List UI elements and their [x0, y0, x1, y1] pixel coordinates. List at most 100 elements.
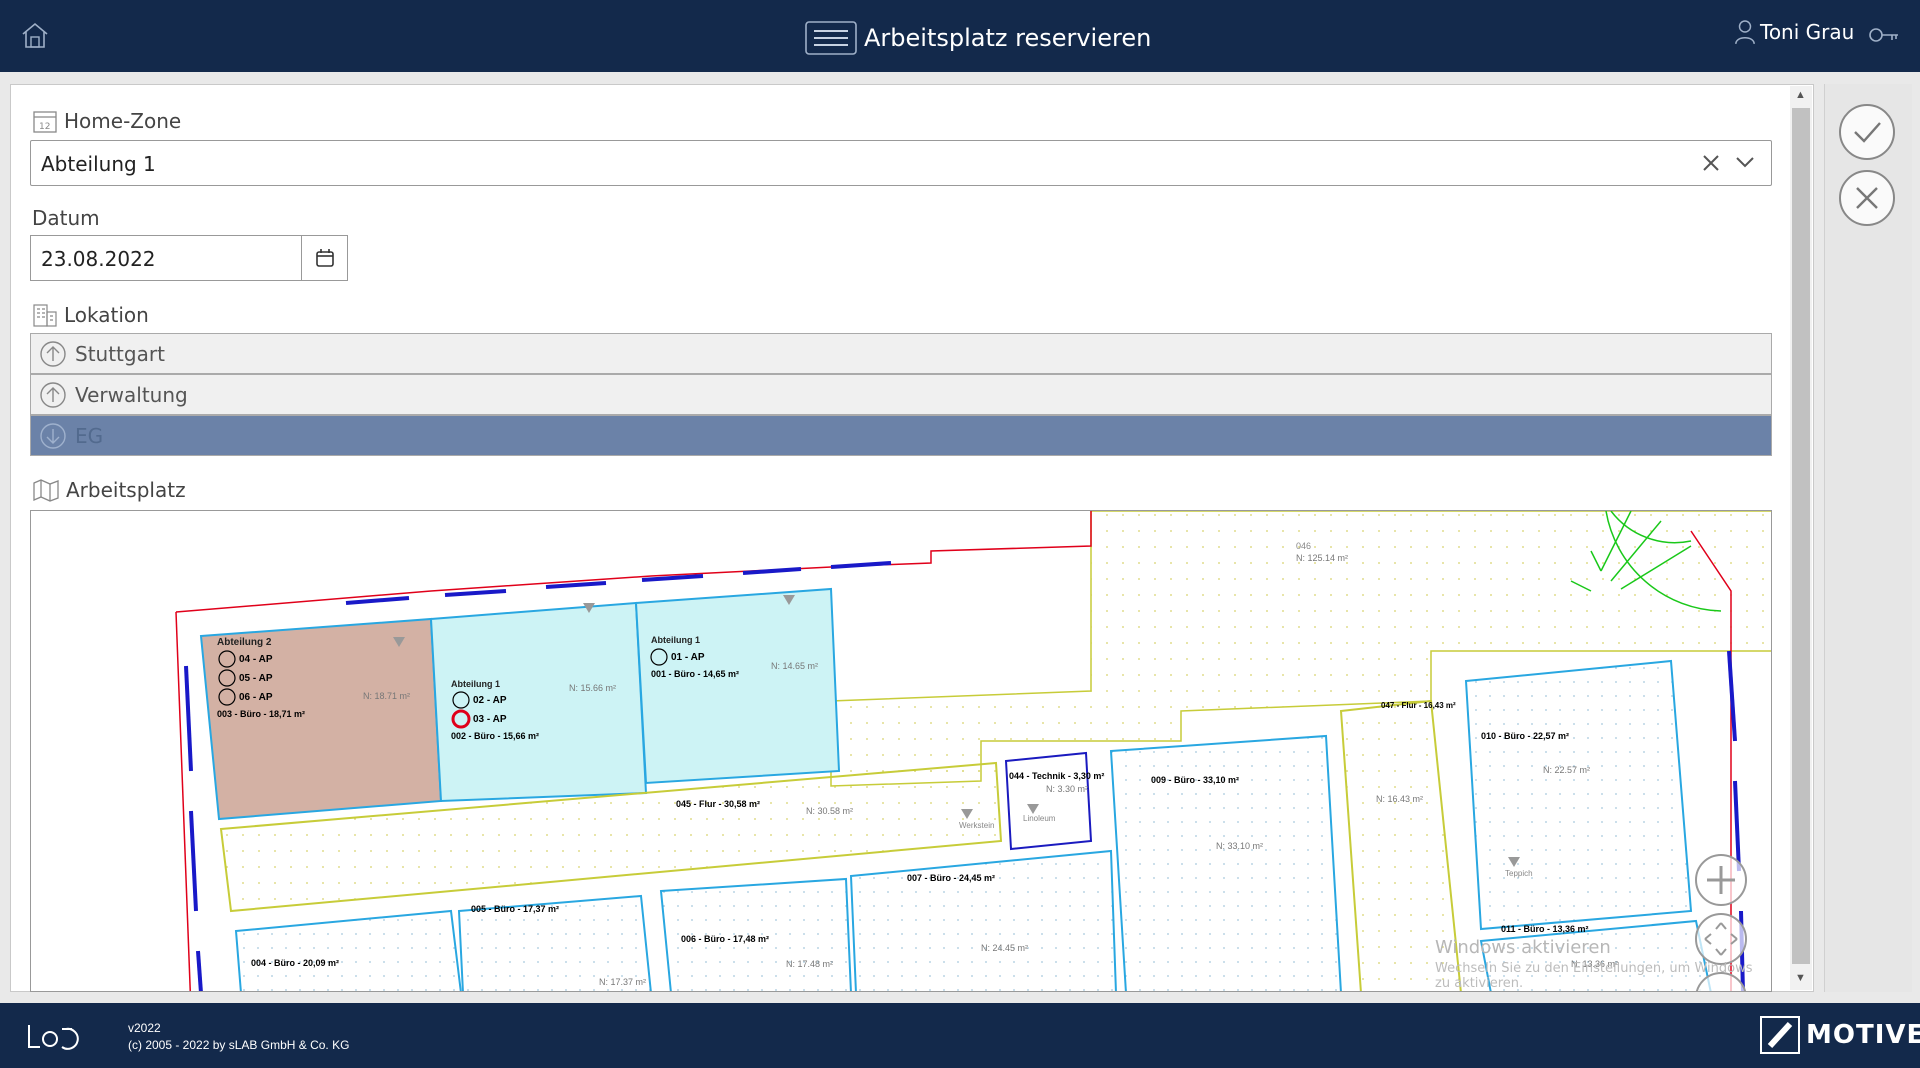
room-label-005: 005 - Büro - 17,37 m² — [471, 904, 560, 914]
pan-arrows-icon — [1704, 922, 1738, 956]
version-info: v2022 (c) 2005 - 2022 by sLAB GmbH & Co.… — [128, 1020, 349, 1054]
motive-logo-icon — [1760, 1016, 1800, 1054]
page-title: Arbeitsplatz reservieren — [864, 24, 1152, 52]
home-zone-value: Abteilung 1 — [41, 152, 156, 176]
user-name: Toni Grau — [1760, 20, 1855, 44]
scroll-up-icon[interactable]: ▲ — [1795, 89, 1806, 101]
floor-material-linoleum: Linoleum — [1023, 814, 1056, 823]
room-label-047: 047 - Flur - 16,43 m² — [1381, 701, 1456, 710]
windows-activation-text: Wechseln Sie zu den Einstellungen, um Wi… — [1435, 961, 1753, 991]
room-area-006: N: 17.48 m² — [786, 959, 834, 969]
room-label-044: 044 - Technik - 3,30 m² — [1009, 771, 1105, 781]
copyright-text: (c) 2005 - 2022 by sLAB GmbH & Co. KG — [128, 1038, 350, 1052]
windows-activation-title: Windows aktivieren — [1435, 937, 1611, 958]
chevron-down-icon[interactable] — [1735, 155, 1755, 169]
building-icon — [33, 304, 57, 327]
lokation-label-text: Lokation — [64, 303, 149, 327]
workplace-03-selected[interactable]: 03 - AP — [473, 714, 507, 725]
room-area-005: N: 17.37 m² — [599, 977, 647, 987]
arbeitsplatz-label-text: Arbeitsplatz — [66, 478, 186, 502]
cancel-button[interactable] — [1839, 170, 1895, 226]
room-area-047: N: 16.43 m² — [1376, 794, 1424, 804]
scroll-down-icon[interactable]: ▼ — [1795, 972, 1806, 984]
zoom-in-button[interactable] — [1695, 854, 1747, 906]
slab-logo-icon — [28, 1025, 79, 1050]
location-item-eg[interactable]: EG — [30, 415, 1772, 456]
room-area-002: N: 15.66 m² — [569, 683, 617, 693]
date-value: 23.08.2022 — [41, 247, 156, 271]
room-label-010: 010 - Büro - 22,57 m² — [1481, 731, 1570, 741]
confirm-button[interactable] — [1839, 104, 1895, 160]
workplace-06[interactable]: 06 - AP — [239, 692, 273, 703]
map-icon — [33, 479, 59, 502]
room-area-009: N: 33.10 m² — [1216, 841, 1264, 851]
user-menu[interactable]: Toni Grau — [1734, 18, 1854, 46]
calendar-icon — [316, 249, 334, 267]
arrow-down-circle-icon — [40, 422, 66, 449]
room-area-046: N: 125.14 m² — [1296, 553, 1349, 563]
page-title-wrap: Arbeitsplatz reservieren — [804, 20, 1151, 56]
floor-material-teppich: Teppich — [1505, 869, 1533, 878]
datum-label-text: Datum — [32, 206, 100, 230]
zone-label-abteilung-1a: Abteilung 1 — [451, 679, 500, 689]
datum-label: Datum — [32, 206, 100, 230]
floor-material-werkstein: Werkstein — [959, 821, 995, 830]
scrollbar-thumb[interactable] — [1792, 108, 1810, 964]
home-zone-label: 12 Home-Zone — [32, 108, 181, 134]
arbeitsplatz-label: Arbeitsplatz — [32, 478, 186, 502]
zone-label-abteilung-1b: Abteilung 1 — [651, 635, 700, 645]
brand-name: MOTIVE — [1806, 1020, 1920, 1050]
room-area-001: N: 14.65 m² — [771, 661, 819, 671]
room-label-011: 011 - Büro - 13,36 m² — [1501, 924, 1589, 934]
workplace-02[interactable]: 02 - AP — [473, 695, 507, 706]
action-sidebar — [1824, 84, 1912, 992]
room-label-009: 009 - Büro - 33,10 m² — [1151, 775, 1240, 785]
home-zone-select[interactable]: Abteilung 1 — [30, 140, 1772, 186]
plus-icon — [1707, 866, 1735, 894]
room-area-045: N: 30.58 m² — [806, 806, 854, 816]
pan-button[interactable] — [1695, 913, 1747, 965]
room-num-046: 046 — [1296, 541, 1312, 551]
vertical-scrollbar[interactable]: ▲ ▼ — [1790, 86, 1812, 990]
check-icon — [1854, 122, 1881, 143]
room-label-007: 007 - Büro - 24,45 m² — [907, 873, 996, 883]
footer-bar: v2022 (c) 2005 - 2022 by sLAB GmbH & Co.… — [0, 1003, 1920, 1068]
key-icon[interactable] — [1868, 24, 1900, 46]
home-zone-label-text: Home-Zone — [64, 109, 182, 133]
lokation-label: Lokation — [32, 302, 149, 328]
workplace-05[interactable]: 05 - AP — [239, 673, 273, 684]
room-area-007: N: 24.45 m² — [981, 943, 1029, 953]
room-label-045: 045 - Flur - 30,58 m² — [676, 799, 761, 809]
room-area-010: N: 22.57 m² — [1543, 765, 1591, 775]
room-label-003: 003 - Büro - 18,71 m² — [217, 709, 306, 719]
workplace-04[interactable]: 04 - AP — [239, 654, 273, 665]
location-item-label: Stuttgart — [75, 341, 165, 366]
home-icon[interactable] — [20, 20, 50, 50]
room-area-044: N: 3.30 m² — [1046, 784, 1089, 794]
date-picker-button[interactable] — [301, 235, 348, 281]
room-label-002: 002 - Büro - 15,66 m² — [451, 731, 540, 741]
clear-icon[interactable] — [1701, 153, 1721, 173]
user-icon — [1735, 20, 1755, 45]
location-item-label: Verwaltung — [75, 382, 188, 407]
calendar-12-icon: 12 — [33, 111, 57, 133]
arrow-up-circle-icon — [40, 340, 66, 367]
workplace-01[interactable]: 01 - AP — [671, 652, 705, 663]
zone-label-abteilung-2: Abteilung 2 — [217, 637, 272, 648]
floorplan-map[interactable]: Abteilung 2 04 - AP 05 - AP 06 - AP 003 … — [30, 510, 1772, 992]
floorplan-drawing[interactable] — [31, 511, 1772, 992]
room-area-003: N: 18.71 m² — [363, 691, 411, 701]
location-item-stuttgart[interactable]: Stuttgart — [30, 333, 1772, 374]
location-item-label: EG — [75, 423, 104, 448]
svg-text:12: 12 — [39, 122, 50, 132]
room-label-004: 004 - Büro - 20,09 m² — [251, 958, 340, 968]
date-input[interactable]: 23.08.2022 — [30, 235, 302, 281]
arrow-up-circle-icon — [40, 381, 66, 408]
header-bar: Arbeitsplatz reservieren Toni Grau — [0, 0, 1920, 72]
room-label-006: 006 - Büro - 17,48 m² — [681, 934, 770, 944]
location-item-verwaltung[interactable]: Verwaltung — [30, 374, 1772, 415]
menu-icon[interactable] — [804, 20, 858, 56]
room-label-001: 001 - Büro - 14,65 m² — [651, 669, 740, 679]
close-icon — [1856, 187, 1878, 209]
brand-logo: MOTIVE — [1760, 1016, 1920, 1054]
